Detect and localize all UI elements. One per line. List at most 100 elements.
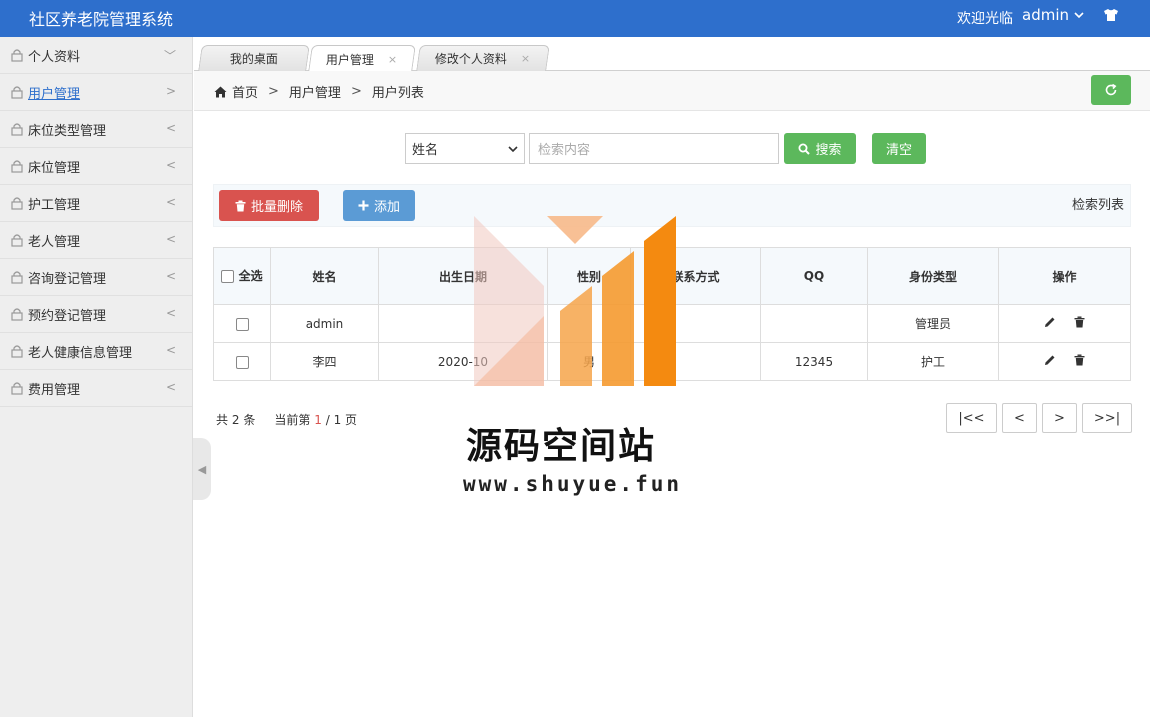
sidebar-item-label: 费用管理	[28, 382, 81, 398]
search-button-label: 搜索	[815, 143, 842, 158]
tab-edit-profile[interactable]: 修改个人资料 ×	[416, 45, 550, 71]
sidebar-item-users[interactable]: 用户管理 >	[0, 74, 192, 111]
chevron-icon: >	[165, 84, 176, 98]
chevron-icon: <	[165, 269, 176, 283]
cell-role: 护工	[867, 342, 999, 381]
close-icon[interactable]: ×	[521, 52, 530, 65]
lock-icon	[11, 123, 23, 136]
column-header-name: 姓名	[270, 247, 379, 305]
sidebar-item-fees[interactable]: 费用管理 <	[0, 370, 192, 407]
chevron-down-icon	[1074, 12, 1084, 19]
first-page-button[interactable]: |<<	[946, 403, 997, 433]
row-checkbox-cell[interactable]	[213, 304, 271, 343]
sidebar-item-label: 老人健康信息管理	[28, 345, 133, 361]
cell-qq	[760, 304, 868, 343]
sidebar-item-profile[interactable]: 个人资料 ﹀	[0, 37, 192, 74]
lock-icon	[11, 271, 23, 284]
lock-icon	[11, 234, 23, 247]
row-checkbox-cell[interactable]	[213, 342, 271, 381]
sidebar-item-label: 老人管理	[28, 234, 81, 250]
sidebar-item-label: 用户管理	[28, 86, 81, 102]
clear-button[interactable]: 清空	[872, 133, 926, 164]
theme-shirt-icon[interactable]	[1103, 8, 1119, 26]
select-all-label: 全选	[238, 269, 263, 283]
sidebar-item-label: 预约登记管理	[28, 308, 107, 324]
lock-icon	[11, 308, 23, 321]
tab-desktop[interactable]: 我的桌面	[198, 45, 310, 71]
delete-trash-icon[interactable]	[1074, 354, 1085, 366]
add-button-label: 添加	[373, 200, 400, 215]
next-page-button[interactable]: >	[1042, 403, 1077, 433]
breadcrumb-separator: >	[268, 84, 279, 99]
batch-delete-button[interactable]: 批量删除	[219, 190, 319, 221]
add-button[interactable]: 添加	[343, 190, 415, 221]
search-field-select[interactable]: 姓名	[405, 133, 525, 164]
column-header-actions: 操作	[998, 247, 1131, 305]
current-page: 1	[314, 413, 322, 427]
home-icon	[214, 86, 227, 97]
last-page-button[interactable]: >>|	[1082, 403, 1132, 433]
cell-qq: 12345	[760, 342, 868, 381]
row-checkbox[interactable]	[235, 355, 249, 369]
delete-trash-icon[interactable]	[1074, 316, 1085, 328]
refresh-button[interactable]	[1091, 75, 1131, 105]
lock-icon	[11, 345, 23, 358]
breadcrumb-separator: >	[350, 84, 362, 99]
page-count: / 1 页	[325, 413, 358, 427]
close-icon[interactable]: ×	[388, 53, 397, 66]
sidebar-item-elderly[interactable]: 老人管理 <	[0, 222, 192, 259]
plus-icon	[358, 200, 369, 211]
cell-name: 李四	[270, 342, 379, 381]
tab-user-management[interactable]: 用户管理 ×	[308, 45, 416, 72]
chevron-down-icon	[508, 145, 518, 152]
pagination: |<< < > >>|	[946, 403, 1132, 433]
sidebar-collapse-handle[interactable]: ◀	[193, 438, 211, 500]
search-placeholder: 检索内容	[538, 143, 591, 158]
sidebar-item-caregivers[interactable]: 护工管理 <	[0, 185, 192, 222]
search-input[interactable]: 检索内容	[529, 133, 779, 164]
edit-pencil-icon[interactable]	[1044, 354, 1056, 366]
watermark-logo	[474, 216, 676, 386]
cell-actions	[998, 304, 1131, 343]
breadcrumb-user-management[interactable]: 用户管理	[289, 82, 341, 101]
edit-pencil-icon[interactable]	[1044, 316, 1056, 328]
refresh-icon	[1105, 83, 1117, 96]
column-header-role: 身份类型	[867, 247, 999, 305]
search-row: 姓名 检索内容 搜索 清空	[405, 133, 926, 164]
sidebar-item-appointments[interactable]: 预约登记管理 <	[0, 296, 192, 333]
list-title: 检索列表	[1071, 198, 1124, 213]
tab-label: 修改个人资料	[435, 52, 508, 66]
search-field-value: 姓名	[412, 143, 439, 158]
chevron-icon: ﹀	[163, 49, 176, 63]
sidebar-item-label: 床位管理	[28, 160, 81, 176]
lock-icon	[11, 160, 23, 173]
user-menu[interactable]: admin	[1022, 6, 1085, 24]
sidebar-item-beds[interactable]: 床位管理 <	[0, 148, 192, 185]
search-button[interactable]: 搜索	[784, 133, 856, 164]
select-all-header[interactable]: 全选	[213, 247, 271, 305]
sidebar-item-label: 咨询登记管理	[28, 271, 107, 287]
total-suffix: 条	[243, 413, 256, 427]
chevron-icon: <	[165, 121, 176, 135]
select-all-checkbox[interactable]	[221, 270, 235, 283]
app-title: 社区养老院管理系统	[29, 10, 174, 29]
prev-page-button[interactable]: <	[1002, 403, 1037, 433]
cell-actions	[998, 342, 1131, 381]
chevron-icon: <	[165, 343, 176, 357]
chevron-icon: <	[165, 306, 176, 320]
top-header: 社区养老院管理系统 欢迎光临 admin	[0, 0, 1150, 37]
sidebar-item-health-info[interactable]: 老人健康信息管理 <	[0, 333, 192, 370]
sidebar-item-consultations[interactable]: 咨询登记管理 <	[0, 259, 192, 296]
watermark-title: 源码空间站	[466, 426, 657, 467]
current-prefix: 当前第	[274, 413, 311, 427]
row-checkbox[interactable]	[235, 317, 249, 331]
lock-icon	[11, 197, 23, 210]
breadcrumb-home[interactable]: 首页	[232, 82, 258, 101]
lock-icon	[11, 86, 23, 99]
chevron-icon: <	[165, 195, 176, 209]
lock-icon	[11, 382, 23, 395]
batch-delete-label: 批量删除	[250, 200, 303, 215]
sidebar-item-label: 个人资料	[28, 49, 81, 65]
sidebar-item-bed-types[interactable]: 床位类型管理 <	[0, 111, 192, 148]
watermark-url: www.shuyue.fun	[463, 472, 683, 496]
